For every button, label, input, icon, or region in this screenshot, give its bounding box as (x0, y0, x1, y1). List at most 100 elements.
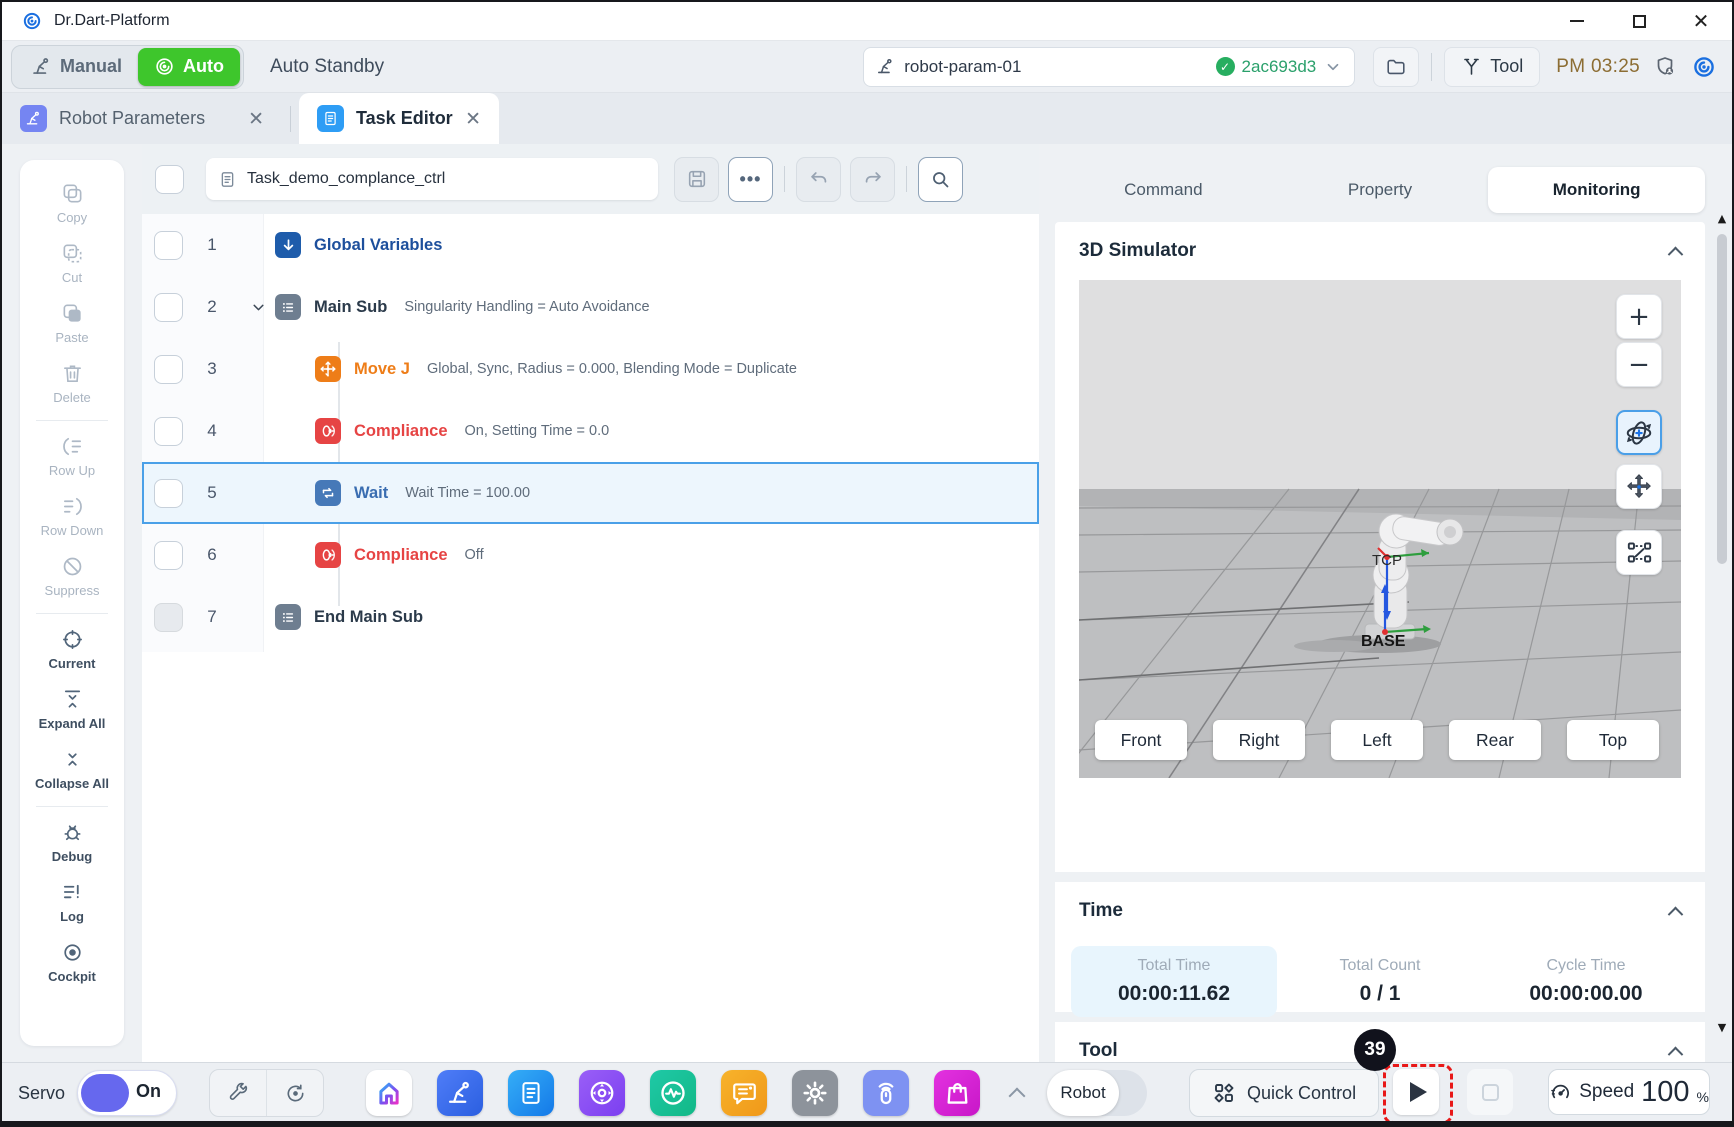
zoom-out-button[interactable]: − (1616, 342, 1662, 387)
close-tab-icon[interactable]: ✕ (465, 108, 481, 130)
sidebar-item-paste[interactable]: Paste (20, 294, 124, 354)
dock-expand-chevron-icon[interactable] (1009, 1088, 1026, 1105)
quick-control-grid-icon (1212, 1081, 1236, 1105)
dock-robot-params-app[interactable] (437, 1070, 483, 1116)
task-row-selected[interactable]: 5 Wait Wait Time = 100.00 (142, 462, 1039, 524)
row-down-icon (61, 495, 84, 518)
dock-monitoring-app[interactable] (650, 1070, 696, 1116)
dock-log-app[interactable] (721, 1070, 767, 1116)
select-all-checkbox[interactable] (155, 165, 184, 194)
collapse-section-icon[interactable] (1668, 1046, 1684, 1062)
sidebar-item-expand-all[interactable]: Expand All (20, 680, 124, 740)
recovery-button[interactable] (267, 1082, 323, 1105)
sidebar-item-row-up[interactable]: Row Up (20, 427, 124, 487)
close-button[interactable]: ✕ (1670, 2, 1732, 40)
app-window: Dr.Dart-Platform ✕ Manual Auto Auto Stan… (0, 0, 1734, 1127)
tool-button[interactable]: Tool (1444, 47, 1540, 87)
play-button[interactable] (1393, 1069, 1439, 1115)
collapse-chevron-icon[interactable] (241, 299, 275, 316)
row-number: 6 (183, 545, 241, 565)
robot-toggle-label: Robot (1047, 1070, 1119, 1116)
sidebar-item-debug[interactable]: Debug (20, 813, 124, 873)
more-actions-button[interactable]: ••• (728, 157, 773, 202)
close-tab-icon[interactable]: ✕ (248, 108, 264, 130)
quick-control-button[interactable]: Quick Control (1189, 1069, 1379, 1117)
chevron-down-icon[interactable] (1324, 58, 1342, 76)
orbit-rotate-button[interactable] (1616, 410, 1662, 455)
scroll-up-icon[interactable]: ▲ (1714, 212, 1730, 225)
task-row[interactable]: 6 Compliance Off (142, 524, 1039, 586)
speed-button[interactable]: Speed 100 % (1548, 1069, 1710, 1115)
sidebar-item-row-down[interactable]: Row Down (20, 487, 124, 547)
servo-toggle[interactable]: On (77, 1070, 177, 1116)
save-task-button[interactable] (674, 157, 719, 202)
pan-button[interactable] (1616, 464, 1662, 509)
view-right-button[interactable]: Right (1213, 720, 1305, 760)
auto-swirl-icon (154, 56, 175, 77)
sidebar-item-cut[interactable]: Cut (20, 234, 124, 294)
task-name-field[interactable]: Task_demo_complance_ctrl (206, 158, 658, 200)
setup-wrench-button[interactable] (210, 1082, 266, 1105)
search-button[interactable] (918, 157, 963, 202)
scrollbar-thumb[interactable] (1717, 234, 1727, 564)
row-checkbox[interactable] (154, 541, 183, 570)
collapse-section-icon[interactable] (1668, 246, 1684, 262)
zoom-in-button[interactable]: + (1616, 294, 1662, 339)
sidebar-item-cockpit[interactable]: Cockpit (20, 933, 124, 993)
sidebar-item-collapse-all[interactable]: Collapse All (20, 740, 124, 800)
measure-button[interactable] (1616, 530, 1662, 575)
view-top-button[interactable]: Top (1567, 720, 1659, 760)
task-row[interactable]: 4 Compliance On, Setting Time = 0.0 (142, 400, 1039, 462)
sidebar-item-suppress[interactable]: Suppress (20, 547, 124, 607)
collapse-section-icon[interactable] (1668, 906, 1684, 922)
tab-monitoring[interactable]: Monitoring (1488, 167, 1705, 213)
scroll-down-icon[interactable]: ▼ (1714, 1021, 1730, 1034)
manual-mode-button[interactable]: Manual (15, 56, 138, 77)
tab-property[interactable]: Property (1272, 167, 1489, 213)
sidebar-item-delete[interactable]: Delete (20, 354, 124, 414)
quick-control-label: Quick Control (1247, 1083, 1356, 1104)
task-row[interactable]: 3 Move J Global, Sync, Radius = 0.000, B… (142, 338, 1039, 400)
redo-button[interactable] (850, 157, 895, 202)
dock-home-app[interactable] (366, 1070, 412, 1116)
compliance-icon (315, 542, 341, 568)
view-front-button[interactable]: Front (1095, 720, 1187, 760)
panel-scrollbar[interactable]: ▲ ▼ (1714, 212, 1730, 1062)
open-file-button[interactable] (1373, 47, 1419, 87)
tab-task-editor[interactable]: Task Editor ✕ (299, 93, 499, 144)
minimize-button[interactable] (1546, 2, 1608, 40)
dock-jog-app[interactable] (579, 1070, 625, 1116)
safety-shield-button[interactable] (1654, 55, 1678, 79)
utility-button-group (209, 1069, 324, 1117)
dock-store-app[interactable] (934, 1070, 980, 1116)
task-row[interactable]: 2 Main Sub Singularity Handling = Auto A… (142, 276, 1039, 338)
task-row[interactable]: 1 Global Variables (142, 214, 1039, 276)
robot-sim-toggle[interactable]: Robot (1047, 1070, 1147, 1116)
ellipsis-icon: ••• (740, 174, 762, 184)
row-checkbox[interactable] (154, 355, 183, 384)
auto-mode-button[interactable]: Auto (138, 48, 240, 86)
maximize-button[interactable] (1608, 2, 1670, 40)
task-row[interactable]: 7 End Main Sub (142, 586, 1039, 648)
tab-robot-parameters[interactable]: Robot Parameters ✕ (2, 93, 282, 144)
sidebar-item-log[interactable]: Log (20, 873, 124, 933)
dock-remote-app[interactable] (863, 1070, 909, 1116)
servo-state: On (136, 1081, 161, 1102)
robot-param-selector[interactable]: robot-param-01 ✓ 2ac693d3 (863, 47, 1355, 87)
row-checkbox[interactable] (154, 479, 183, 508)
row-checkbox[interactable] (154, 293, 183, 322)
row-title: Wait (354, 484, 388, 503)
tab-command[interactable]: Command (1055, 167, 1272, 213)
row-checkbox[interactable] (154, 417, 183, 446)
dock-task-editor-app[interactable] (508, 1070, 554, 1116)
view-rear-button[interactable]: Rear (1449, 720, 1541, 760)
view-left-button[interactable]: Left (1331, 720, 1423, 760)
simulator-viewport[interactable]: TCP BASE + − (1079, 280, 1681, 778)
undo-button[interactable] (796, 157, 841, 202)
dart-logo-button[interactable] (1692, 55, 1716, 79)
sidebar-item-current[interactable]: Current (20, 620, 124, 680)
sidebar-item-copy[interactable]: Copy (20, 174, 124, 234)
dock-settings-app[interactable] (792, 1070, 838, 1116)
manual-label: Manual (60, 56, 122, 77)
row-checkbox[interactable] (154, 231, 183, 260)
